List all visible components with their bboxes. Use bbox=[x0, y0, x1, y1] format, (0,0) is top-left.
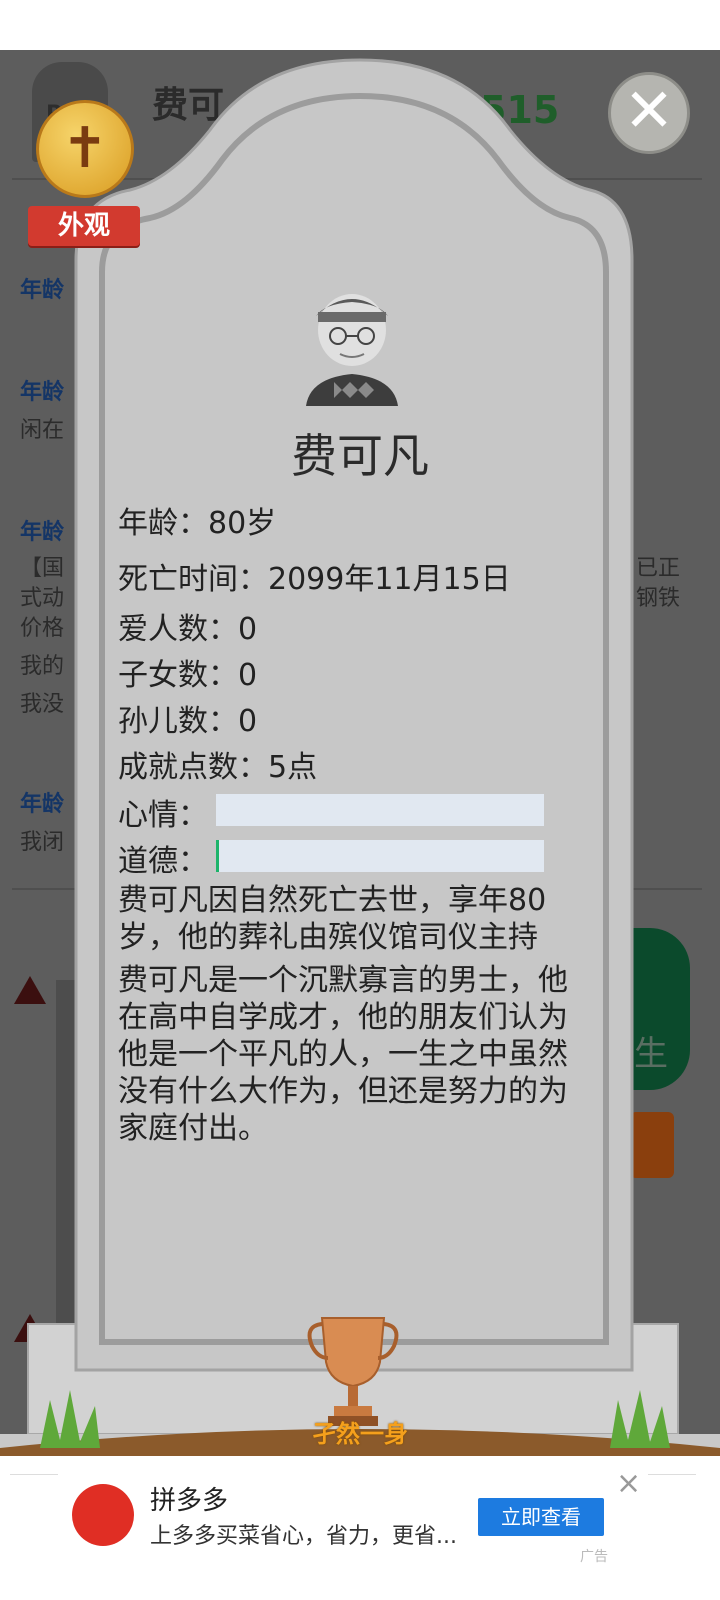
mood-label: 心情： bbox=[118, 798, 208, 833]
age-text: 年龄：80岁 bbox=[118, 506, 277, 541]
ad-description: 上多多买菜省心，省力，更省... bbox=[150, 1524, 457, 1549]
pinduoduo-logo-icon bbox=[72, 1484, 134, 1546]
deceased-name: 费可凡 bbox=[291, 429, 429, 483]
morality-bar bbox=[216, 840, 544, 872]
tombstone-graphic bbox=[0, 58, 720, 1456]
biography-text: 费可凡是一个沉默寡言的男士，他在高中自学成才，他的朋友们认为他是一个平凡的人，一… bbox=[118, 963, 568, 1146]
close-icon[interactable]: × bbox=[616, 1466, 641, 1501]
mood-bar bbox=[216, 794, 544, 826]
trophy-label: 孑然一身 bbox=[312, 1420, 408, 1448]
achievement-points-text: 成就点数：5点 bbox=[118, 750, 318, 785]
close-icon: ✕ bbox=[623, 76, 675, 146]
appearance-ribbon-label[interactable]: 外观 bbox=[28, 206, 140, 246]
ad-banner[interactable]: 拼多多 上多多买菜省心，省力，更省... 立即查看 × 广告 bbox=[0, 1456, 720, 1600]
children-count-text: 子女数：0 bbox=[118, 658, 258, 693]
avatar bbox=[306, 294, 398, 406]
cross-icon: ✝ bbox=[61, 116, 109, 181]
morality-bar-fill bbox=[216, 840, 220, 872]
trophy-icon bbox=[307, 1317, 399, 1426]
death-time-text: 死亡时间：2099年11月15日 bbox=[118, 562, 511, 597]
appearance-badge[interactable]: ✝ bbox=[36, 100, 134, 198]
ad-tag: 广告 bbox=[580, 1549, 608, 1565]
death-summary-text: 费可凡因自然死亡去世，享年80岁，他的葬礼由殡仪馆司仪主持 bbox=[118, 883, 547, 955]
close-button[interactable]: ✕ bbox=[608, 72, 690, 154]
tombstone-dialog bbox=[0, 50, 720, 1484]
ad-view-button[interactable]: 立即查看 bbox=[478, 1498, 604, 1536]
lovers-count-text: 爱人数：0 bbox=[118, 612, 258, 647]
morality-label: 道德： bbox=[118, 844, 208, 879]
ad-title: 拼多多 bbox=[150, 1486, 229, 1516]
grandchildren-count-text: 孙儿数：0 bbox=[118, 704, 258, 739]
